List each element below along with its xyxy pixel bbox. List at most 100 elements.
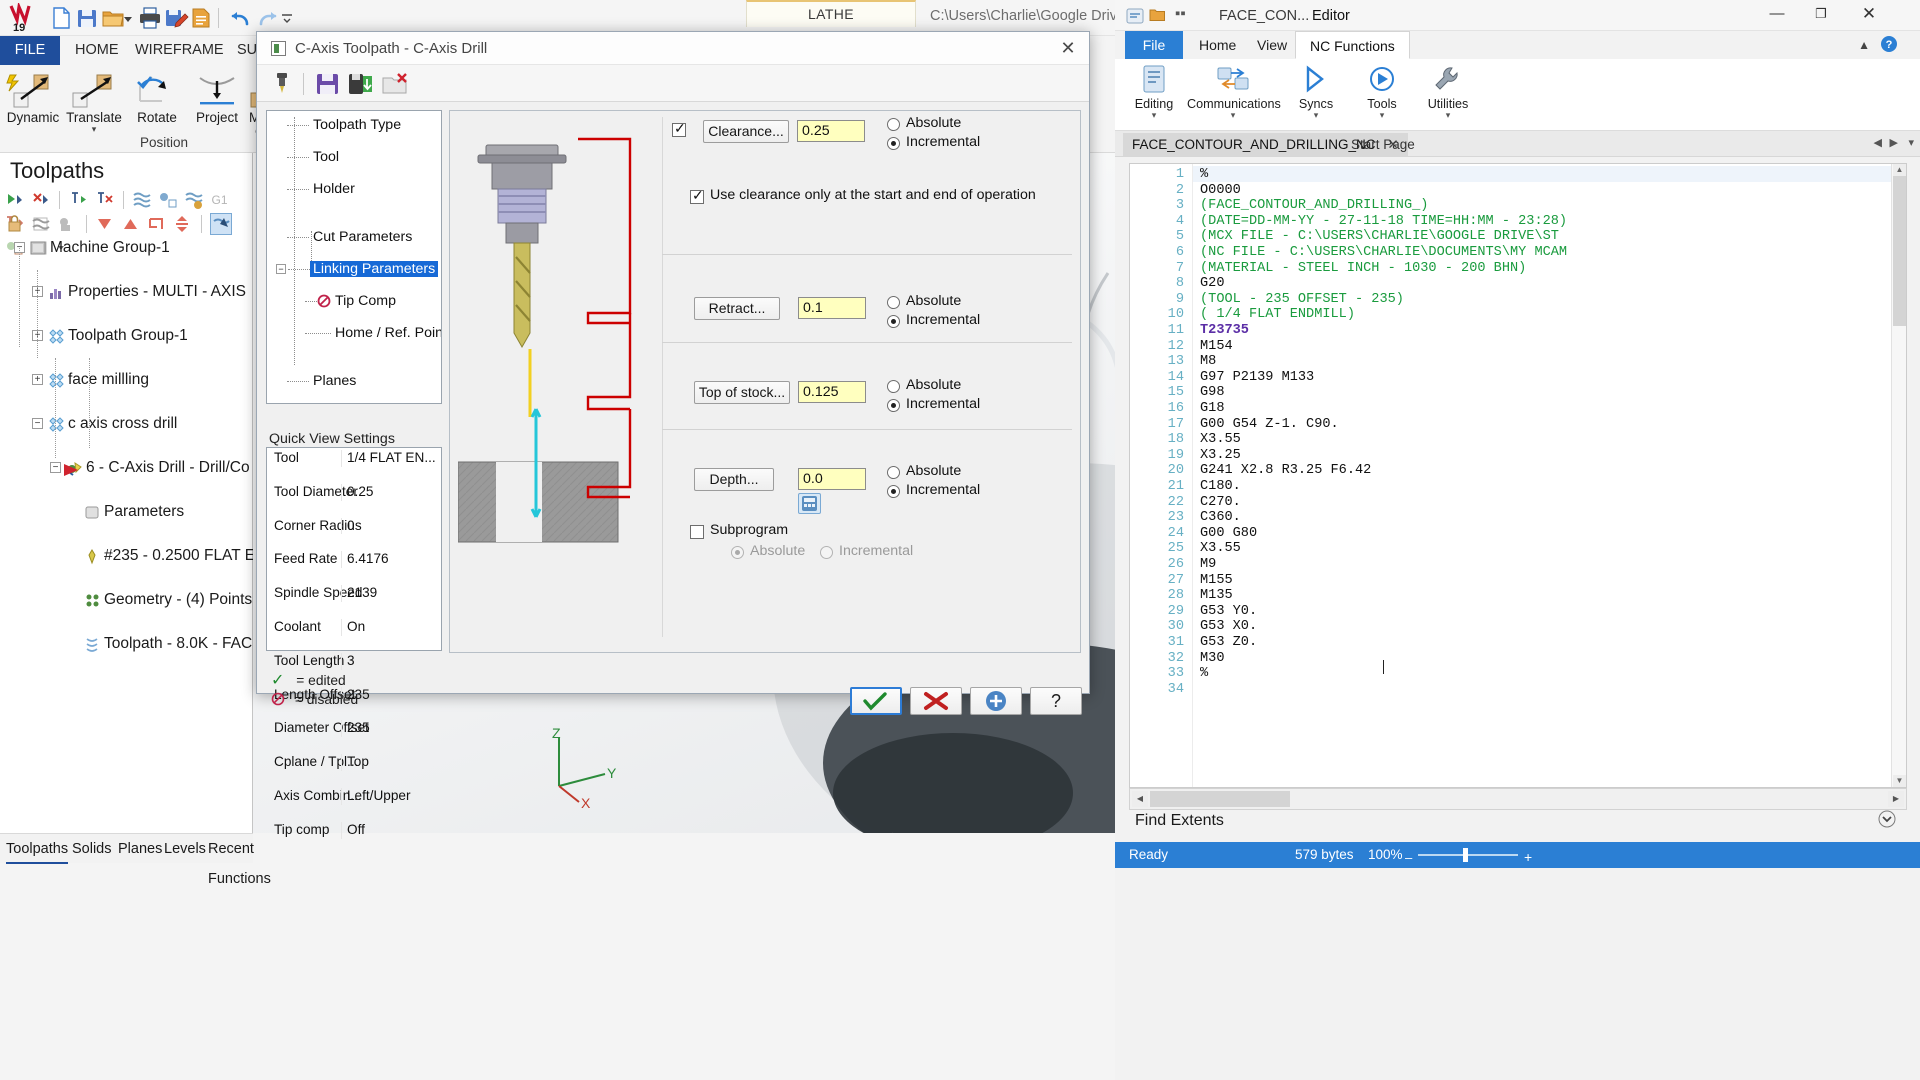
code-line[interactable]: G53 Y0.: [1200, 604, 1257, 619]
doc-tab-prev-icon[interactable]: ◀: [1874, 136, 1882, 149]
code-line[interactable]: G241 X2.8 R3.25 F6.42: [1200, 463, 1371, 478]
tools-dropdown-arrow[interactable]: ▾: [1349, 111, 1415, 120]
retract-button[interactable]: Retract...: [694, 297, 780, 320]
regen-all-icon[interactable]: [94, 189, 116, 211]
code-line[interactable]: (FACE_CONTOUR_AND_DRILLING_): [1200, 198, 1428, 213]
clearance-absolute-radio[interactable]: [887, 118, 900, 131]
code-line[interactable]: %: [1200, 167, 1208, 182]
tools-group-button[interactable]: Tools ▾: [1349, 62, 1415, 120]
lock-icon[interactable]: [4, 213, 26, 235]
ce-tab-file[interactable]: File: [1125, 31, 1183, 59]
code-line[interactable]: M30: [1200, 651, 1224, 666]
ce-tab-view[interactable]: View: [1243, 31, 1301, 59]
code-line[interactable]: G53 Z0.: [1200, 635, 1257, 650]
doc-tab-list-icon[interactable]: ▾: [1908, 136, 1914, 149]
move-up-icon[interactable]: [120, 213, 142, 235]
title-overflow-icon[interactable]: ▪▪: [1175, 5, 1186, 22]
code-line[interactable]: X3.55: [1200, 541, 1241, 556]
tree-item-face-milling[interactable]: + face millling: [0, 369, 253, 391]
simulate-icon[interactable]: [183, 189, 205, 211]
editor-vertical-scrollbar[interactable]: ▲ ▼: [1891, 164, 1906, 787]
depth-button[interactable]: Depth...: [694, 468, 774, 491]
zoom-in-icon[interactable]: +: [1524, 849, 1532, 865]
editing-dropdown-arrow[interactable]: ▾: [1121, 111, 1187, 120]
dialog-nav-planes[interactable]: Planes: [267, 373, 441, 389]
ribbon-tab-file[interactable]: FILE: [0, 36, 60, 65]
tool-preview-icon[interactable]: [269, 70, 296, 97]
dialog-nav-tip-comp[interactable]: Tip Comp: [267, 293, 441, 309]
depth-value-input[interactable]: 0.0: [798, 468, 866, 490]
regen-selected-icon[interactable]: [68, 189, 90, 211]
group-icon[interactable]: [146, 213, 168, 235]
code-line[interactable]: O0000: [1200, 183, 1241, 198]
translate-button[interactable]: Translate ▾: [64, 69, 124, 134]
tree-item-toolpath-nc[interactable]: Toolpath - 8.0K - FAC: [0, 633, 253, 655]
retract-absolute-radio[interactable]: [887, 296, 900, 309]
tree-item-c-axis-cross-drill[interactable]: − c axis cross drill: [0, 413, 253, 435]
code-expert-title-bar[interactable]: ▪▪ FACE_CON... Editor — ❐ ✕: [1115, 0, 1920, 31]
save-as-icon[interactable]: [163, 5, 189, 31]
retract-incremental-radio[interactable]: [887, 315, 900, 328]
hscroll-thumb[interactable]: [1150, 791, 1290, 807]
open-file-icon[interactable]: [1149, 6, 1166, 23]
tree-item-geometry[interactable]: Geometry - (4) Points: [0, 589, 253, 611]
expander-icon[interactable]: −: [50, 462, 61, 473]
code-line[interactable]: C270.: [1200, 495, 1241, 510]
dynamic-button[interactable]: Dynamic: [3, 69, 63, 125]
select-all-icon[interactable]: [4, 189, 26, 211]
code-line[interactable]: G53 X0.: [1200, 619, 1257, 634]
dialog-nav-home-ref-points[interactable]: Home / Ref. Points: [267, 325, 441, 341]
syncs-dropdown-arrow[interactable]: ▾: [1283, 111, 1349, 120]
hscroll-left-arrow-icon[interactable]: ◀: [1132, 791, 1148, 807]
dialog-nav-cut-parameters[interactable]: Cut Parameters: [267, 229, 441, 245]
code-line[interactable]: M9: [1200, 557, 1216, 572]
ribbon-collapse-icon[interactable]: ▲: [1858, 38, 1870, 52]
code-line[interactable]: %: [1200, 666, 1208, 681]
panel-tab-levels[interactable]: Levels: [164, 834, 206, 864]
clearance-button[interactable]: Clearance...: [703, 120, 789, 143]
code-line[interactable]: M154: [1200, 339, 1233, 354]
project-button[interactable]: Project: [187, 69, 247, 125]
panel-tab-planes[interactable]: Planes: [118, 834, 162, 864]
code-line[interactable]: M135: [1200, 588, 1233, 603]
clearance-value-input[interactable]: 0.25: [797, 120, 865, 142]
top-of-stock-incremental-radio[interactable]: [887, 399, 900, 412]
tool-manager-icon[interactable]: [209, 213, 232, 235]
dialog-nav-tool[interactable]: Tool: [267, 149, 441, 165]
undo-icon[interactable]: [228, 5, 254, 31]
ce-tab-home[interactable]: Home: [1185, 31, 1250, 59]
subprogram-checkbox[interactable]: [690, 525, 704, 539]
clearance-incremental-radio[interactable]: [887, 137, 900, 150]
code-expert-editor-tab-label[interactable]: Editor: [1312, 8, 1350, 24]
wave-icon[interactable]: [30, 213, 52, 235]
expander-icon[interactable]: −: [276, 264, 286, 274]
code-line[interactable]: C360.: [1200, 510, 1241, 525]
code-line[interactable]: G20: [1200, 276, 1224, 291]
lathe-context-tab[interactable]: LATHE: [746, 0, 916, 27]
code-line[interactable]: (NC FILE - C:\USERS\CHARLIE\DOCUMENTS\MY…: [1200, 245, 1567, 260]
scroll-up-arrow-icon[interactable]: ▲: [1893, 164, 1906, 176]
panel-tab-toolpaths[interactable]: Toolpaths: [6, 834, 69, 864]
editing-group-button[interactable]: Editing ▾: [1121, 62, 1187, 120]
dialog-nav-linking-parameters[interactable]: − Linking Parameters: [267, 261, 441, 277]
deselect-all-icon[interactable]: [30, 189, 52, 211]
open-dropdown-icon[interactable]: [122, 5, 134, 31]
syncs-group-button[interactable]: Syncs ▾: [1283, 62, 1349, 120]
zoom-slider-track[interactable]: [1418, 854, 1518, 856]
depth-calculator-icon[interactable]: [798, 493, 821, 514]
g1-icon[interactable]: G1: [210, 189, 230, 211]
subprogram-incremental-radio[interactable]: [820, 546, 833, 559]
doc-tab-next-icon[interactable]: ▶: [1890, 136, 1898, 149]
close-icon[interactable]: ✕: [1850, 4, 1888, 26]
backplot-icon[interactable]: [157, 189, 179, 211]
maximize-icon[interactable]: ❐: [1802, 4, 1840, 26]
scroll-down-arrow-icon[interactable]: ▼: [1893, 775, 1906, 787]
code-line[interactable]: C180.: [1200, 479, 1241, 494]
code-line[interactable]: G97 P2139 M133: [1200, 370, 1314, 385]
find-extents-label[interactable]: Find Extents: [1135, 812, 1224, 830]
delete-parameters-icon[interactable]: [381, 70, 408, 97]
verify-icon[interactable]: [131, 189, 153, 211]
top-of-stock-value-input[interactable]: 0.125: [798, 381, 866, 403]
code-line[interactable]: (MATERIAL - STEEL INCH - 1030 - 200 BHN): [1200, 261, 1526, 276]
clearance-checkbox[interactable]: [672, 120, 686, 137]
